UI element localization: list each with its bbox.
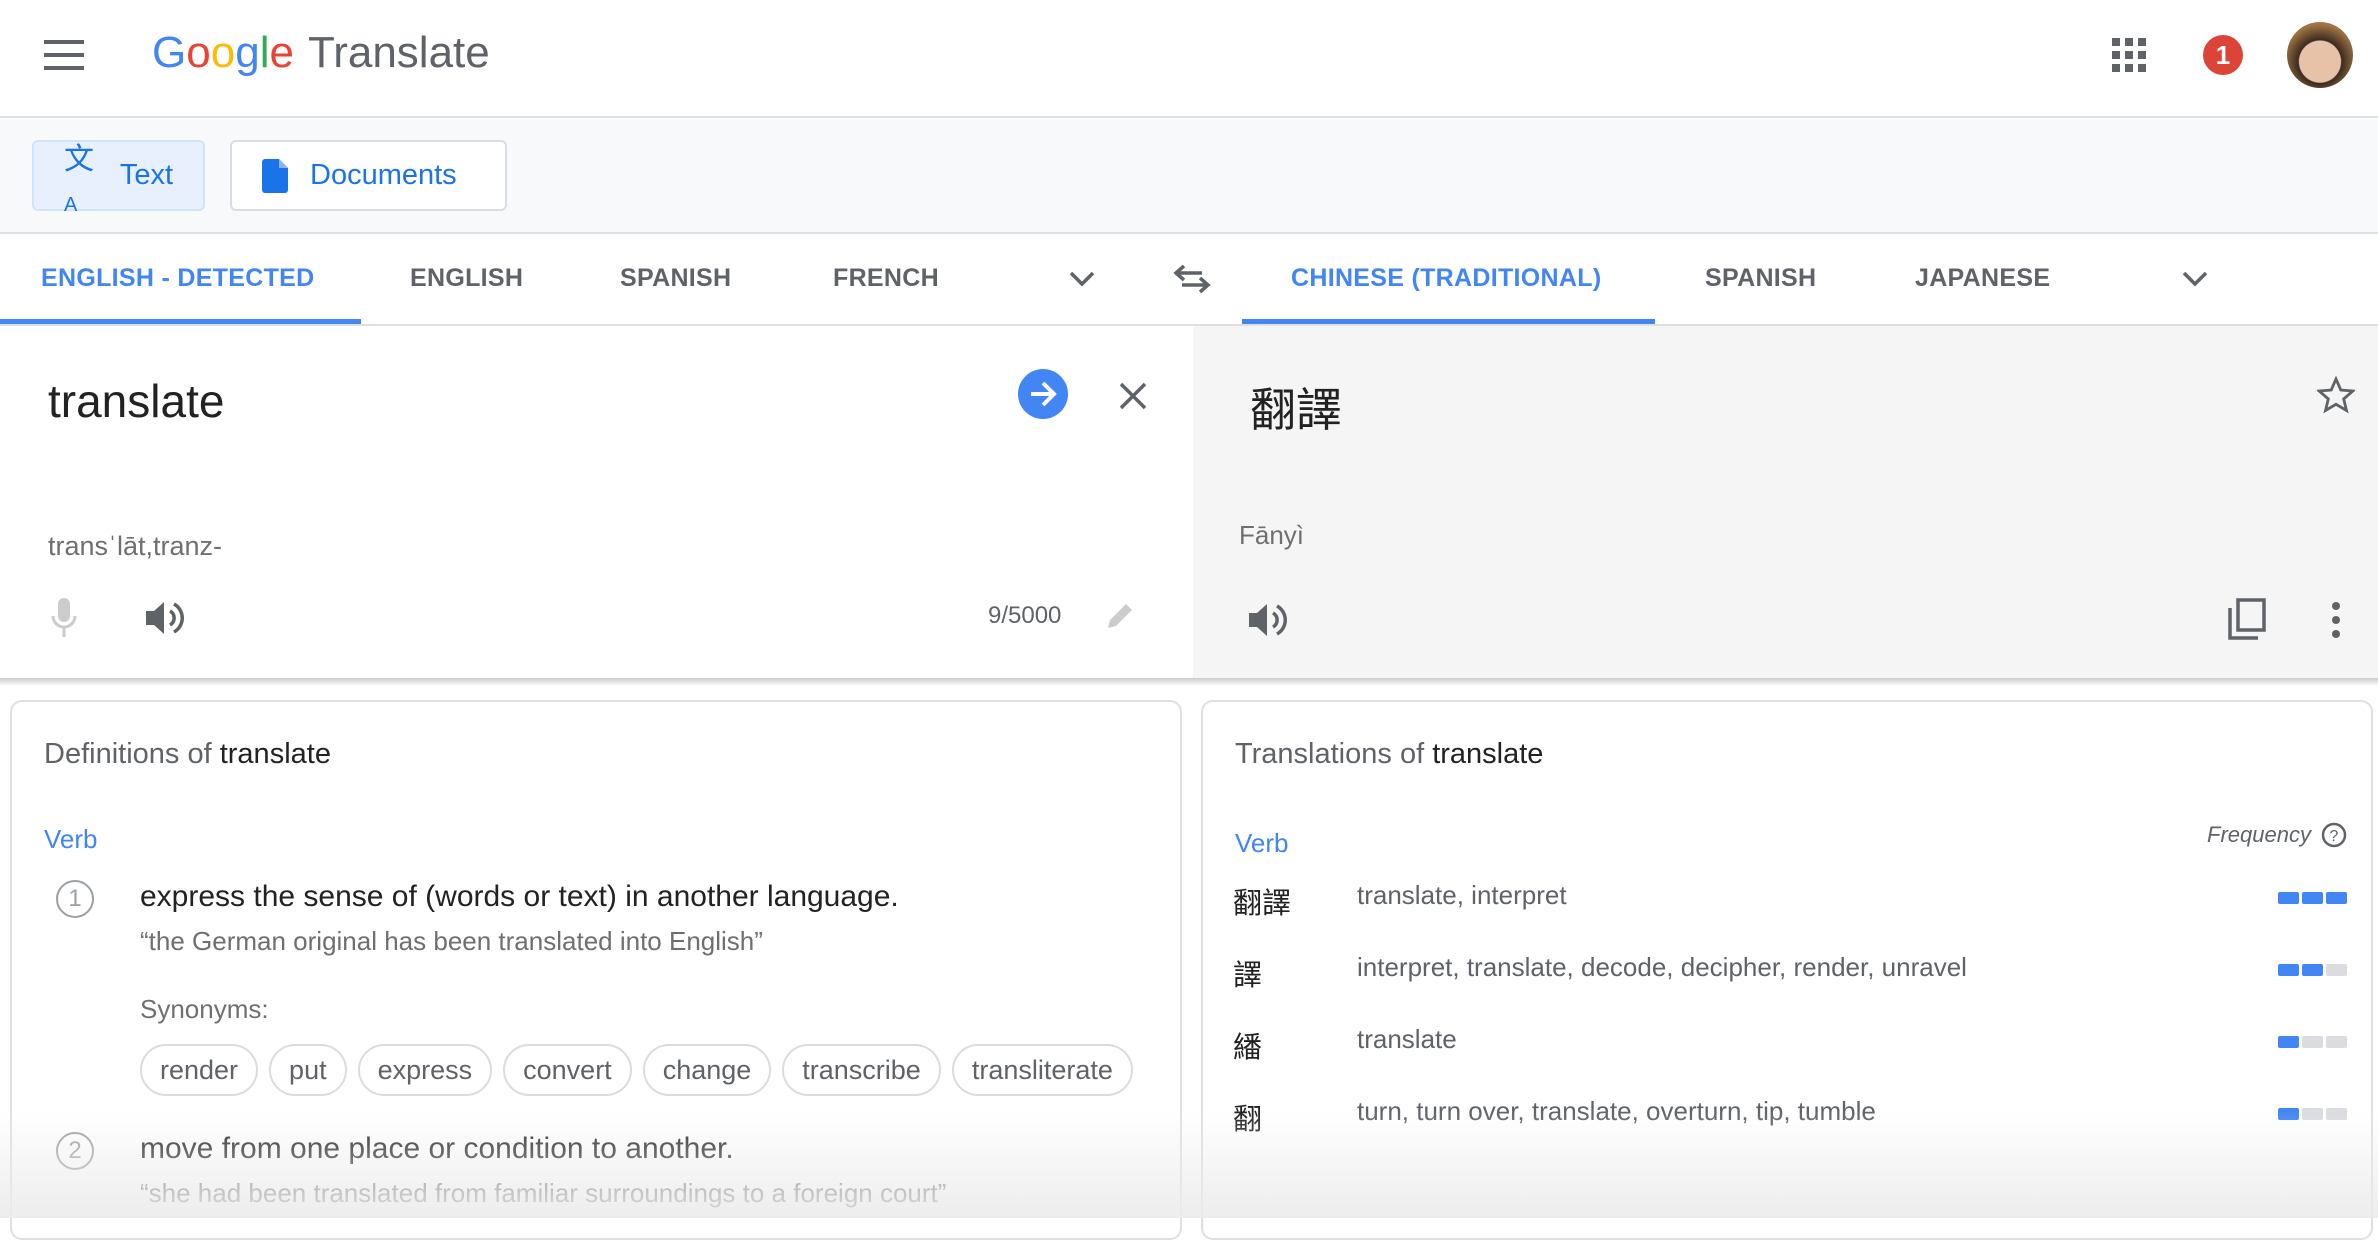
translation-term: 譯 [1233, 960, 1263, 992]
definition-text: move from one place or condition to anot… [140, 1132, 734, 1165]
synonym-chip[interactable]: put [269, 1044, 347, 1096]
frequency-bar [2302, 1108, 2323, 1120]
definitions-card: Definitions of translate Verb 1 express … [10, 700, 1182, 1240]
apps-icon[interactable] [2112, 38, 2146, 72]
svg-text:?: ? [2330, 828, 2339, 845]
source-tab-indicator [0, 319, 361, 324]
definition-text: express the sense of (words or text) in … [140, 880, 899, 913]
synonym-chip[interactable]: convert [503, 1044, 632, 1096]
translations-card: Translations of translate Verb Frequency… [1201, 700, 2373, 1240]
documents-mode-label: Documents [310, 159, 457, 191]
logo[interactable]: Google Translate [152, 28, 490, 78]
definition-number: 2 [56, 1132, 94, 1170]
definitions-title: Definitions of translate [44, 738, 331, 770]
translated-text: 翻譯 [1250, 384, 1342, 436]
document-icon [262, 158, 288, 193]
notification-badge[interactable]: 1 [2203, 35, 2243, 75]
definition-number: 1 [56, 880, 94, 918]
frequency-bar [2326, 1108, 2347, 1120]
translation-term: 翻譯 [1233, 888, 1292, 920]
source-pronunciation: transˈlāt,tranz- [48, 531, 223, 561]
microphone-icon[interactable] [50, 598, 78, 638]
definition-example: “she had been translated from familiar s… [140, 1178, 947, 1208]
source-lang-tab[interactable]: ENGLISH [410, 264, 523, 293]
mode-toolbar: 文A Text Documents [0, 118, 2378, 234]
target-panel: 翻譯 Fānyì [1193, 326, 2378, 680]
translation-row[interactable]: 翻 turn, turn over, translate, overturn, t… [1203, 1096, 2371, 1136]
translate-icon: 文A [64, 143, 94, 216]
source-text-input[interactable]: translate [48, 374, 224, 428]
target-more-languages-chevron-icon[interactable] [2181, 270, 2209, 288]
target-lang-tab[interactable]: CHINESE (TRADITIONAL) [1291, 264, 1601, 293]
app-name: Translate [307, 28, 490, 77]
translate-arrow-button[interactable] [1018, 369, 1068, 419]
source-lang-tab[interactable]: FRENCH [833, 264, 939, 293]
translations-title: Translations of translate [1235, 738, 1544, 770]
frequency-bar [2326, 1036, 2347, 1048]
frequency-bar [2326, 892, 2347, 904]
save-star-icon[interactable] [2317, 376, 2355, 414]
panel-shadow [0, 678, 2378, 686]
synonym-chip[interactable]: render [140, 1044, 259, 1096]
frequency-header: Frequency ? [2207, 822, 2347, 848]
synonyms-label: Synonyms: [140, 994, 269, 1024]
frequency-indicator [2278, 892, 2347, 904]
source-lang-tab[interactable]: SPANISH [620, 264, 731, 293]
google-logo: Google [152, 28, 294, 77]
translation-row[interactable]: 翻譯 translate, interpret [1203, 880, 2371, 920]
documents-mode-button[interactable]: Documents [230, 140, 507, 211]
copy-icon[interactable] [2227, 598, 2267, 640]
translation-row[interactable]: 繙 translate [1203, 1024, 2371, 1064]
frequency-bar [2278, 1036, 2299, 1048]
language-bar: ENGLISH - DETECTED ENGLISH SPANISH FRENC… [0, 234, 2378, 326]
text-mode-button[interactable]: 文A Text [32, 140, 205, 216]
translation-meanings: turn, turn over, translate, overturn, ti… [1357, 1096, 1876, 1126]
more-options-icon[interactable] [2331, 602, 2341, 638]
frequency-indicator [2278, 1108, 2347, 1120]
translation-meanings: translate [1357, 1024, 1457, 1054]
translation-row[interactable]: 譯 interpret, translate, decode, decipher,… [1203, 952, 2371, 992]
help-icon[interactable]: ? [2321, 822, 2347, 848]
target-tab-indicator [1242, 319, 1655, 324]
part-of-speech: Verb [44, 824, 98, 854]
swap-languages-icon[interactable] [1172, 264, 1212, 294]
translation-meanings: interpret, translate, decode, decipher, … [1357, 952, 1967, 982]
synonyms-list: render put express convert change transc… [140, 1044, 1133, 1096]
translation-meanings: translate, interpret [1357, 880, 1567, 910]
synonym-chip[interactable]: transcribe [782, 1044, 941, 1096]
synonym-chip[interactable]: transliterate [951, 1044, 1133, 1096]
frequency-bar [2302, 1036, 2323, 1048]
target-speaker-icon[interactable] [1249, 602, 1289, 638]
avatar[interactable] [2287, 22, 2353, 88]
frequency-bar [2302, 892, 2323, 904]
character-count: 9/5000 [988, 602, 1062, 629]
header: Google Translate 1 [0, 0, 2378, 118]
target-romanization: Fānyì [1239, 520, 1305, 550]
frequency-bar [2302, 964, 2323, 976]
frequency-bar [2278, 892, 2299, 904]
definition-example: “the German original has been translated… [140, 926, 763, 956]
target-lang-tab[interactable]: SPANISH [1705, 264, 1816, 293]
edit-pencil-icon[interactable] [1106, 600, 1136, 630]
target-lang-tab[interactable]: JAPANESE [1915, 264, 2050, 293]
translation-term: 繙 [1233, 1032, 1263, 1064]
arrow-right-icon [1031, 381, 1057, 407]
clear-text-icon[interactable] [1118, 381, 1148, 411]
source-more-languages-chevron-icon[interactable] [1068, 270, 1096, 288]
frequency-indicator [2278, 1036, 2347, 1048]
synonym-chip[interactable]: change [642, 1044, 772, 1096]
menu-icon[interactable] [44, 40, 84, 70]
part-of-speech: Verb [1235, 828, 1289, 858]
frequency-bar [2278, 964, 2299, 976]
synonym-chip[interactable]: express [357, 1044, 493, 1096]
frequency-indicator [2278, 964, 2347, 976]
frequency-bar [2326, 964, 2347, 976]
frequency-label: Frequency [2207, 822, 2311, 847]
source-panel: translate transˈlāt,tranz- 9/5000 [0, 326, 1193, 680]
translation-term: 翻 [1233, 1104, 1263, 1136]
source-lang-tab[interactable]: ENGLISH - DETECTED [41, 264, 314, 293]
source-speaker-icon[interactable] [146, 600, 186, 636]
text-mode-label: Text [119, 159, 173, 191]
frequency-bar [2278, 1108, 2299, 1120]
